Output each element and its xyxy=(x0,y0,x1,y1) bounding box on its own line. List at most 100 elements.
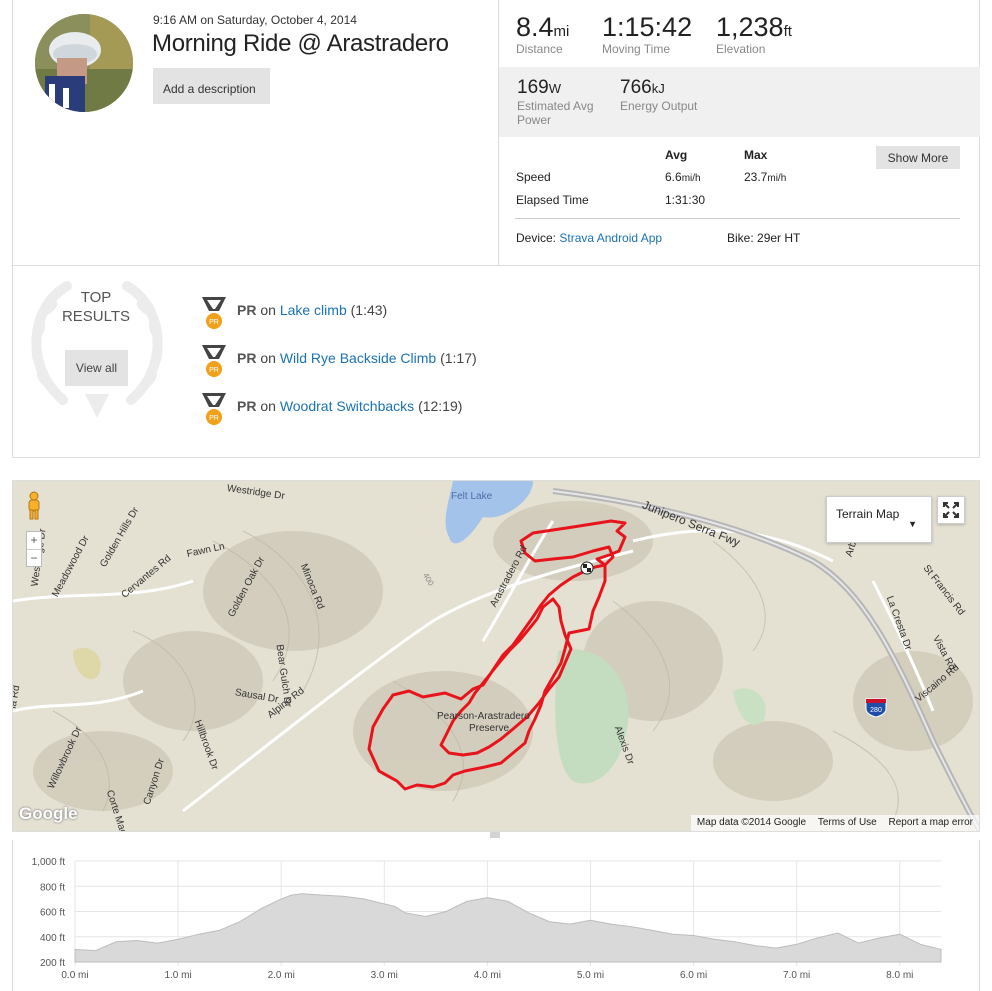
segment-link-lake-climb[interactable]: Lake climb xyxy=(280,302,347,318)
y-tick-label: 800 ft xyxy=(40,882,65,893)
y-tick-label: 200 ft xyxy=(40,958,65,969)
stat-elevation: 1,238ft Elevation xyxy=(716,12,792,56)
speed-avg: 6.6mi/h xyxy=(665,170,701,184)
pr-medal-icon: PR xyxy=(202,345,226,377)
stat-energy: 766kJ Energy Output xyxy=(620,77,697,113)
secondary-stats: 169W Estimated Avg Power 766kJ Energy Ou… xyxy=(499,67,980,137)
distance-value: 8.4 xyxy=(516,12,554,42)
stat-distance: 8.4mi Distance xyxy=(516,12,569,56)
speed-label: Speed xyxy=(516,170,551,184)
activity-title: Morning Ride @ Arastradero xyxy=(152,30,449,57)
elevation-value: 1,238 xyxy=(716,12,784,42)
map-type-label: Terrain Map xyxy=(836,507,900,521)
elevation-area xyxy=(74,893,942,963)
power-label: Estimated Avg xyxy=(517,99,594,113)
interstate-shield-icon: 280 xyxy=(865,698,887,718)
energy-label: Energy Output xyxy=(620,99,698,113)
activity-date: on Saturday, October 4, 2014 xyxy=(200,13,357,27)
avg-header: Avg xyxy=(665,148,688,162)
activity-time: 9:16 AM xyxy=(153,13,198,27)
pr-label: PR xyxy=(237,302,257,318)
stats-panel: 8.4mi Distance 1:15:42 Moving Time 1,238… xyxy=(498,0,980,266)
speed-avg-value: 6.6 xyxy=(665,170,682,184)
view-all-button[interactable]: View all xyxy=(65,350,128,386)
device-info: Device: Strava Android App xyxy=(516,231,662,245)
power-value: 169 xyxy=(517,77,549,98)
zoom-out-button[interactable]: − xyxy=(27,549,41,566)
x-tick-label: 8.0 mi xyxy=(886,970,913,981)
report-map-error-link[interactable]: Report a map error xyxy=(889,817,973,828)
pr-medal-icon: PR xyxy=(202,297,226,329)
stat-power: 169W Estimated Avg Power xyxy=(517,77,594,127)
pr-on: on xyxy=(260,350,276,366)
street-view-pegman-icon[interactable] xyxy=(25,491,43,521)
speed-max: 23.7mi/h xyxy=(744,170,786,184)
terms-of-use-link[interactable]: Terms of Use xyxy=(818,817,877,828)
pr-medal-icon: PR xyxy=(202,393,226,425)
finish-flag-icon xyxy=(580,561,594,575)
divider xyxy=(515,218,960,219)
speed-max-value: 23.7 xyxy=(744,170,768,184)
energy-unit: kJ xyxy=(651,81,665,96)
medal-label: PR xyxy=(209,319,219,326)
map-label-felt-lake: Felt Lake xyxy=(451,491,493,502)
elapsed-value: 1:31:30 xyxy=(665,193,706,207)
pr-item: PR PR on Lake climb (1:43) xyxy=(199,294,599,330)
top-results-title-line1: TOP xyxy=(80,289,112,306)
zoom-in-button[interactable]: + xyxy=(27,532,41,549)
x-tick-label: 3.0 mi xyxy=(371,970,398,981)
elevation-chart[interactable]: 1,000 ft 800 ft 600 ft 400 ft 200 ft 0.0 mi 1… xyxy=(12,840,980,991)
pr-label: PR xyxy=(237,350,257,366)
top-results-title-line2: RESULTS xyxy=(61,308,131,325)
x-tick-label: 7.0 mi xyxy=(783,970,810,981)
shield-number: 280 xyxy=(870,707,882,714)
resize-handle-icon[interactable] xyxy=(488,832,502,838)
power-label-2: Power xyxy=(517,113,552,127)
pr-time: (1:43) xyxy=(350,302,388,318)
device-label: Device: xyxy=(516,231,557,245)
x-tick-label: 2.0 mi xyxy=(268,970,295,981)
energy-value: 766 xyxy=(620,77,652,98)
speed-avg-unit: mi/h xyxy=(681,173,701,184)
top-results-panel: TOP RESULTS View all PR PR on Lake climb… xyxy=(12,266,980,458)
x-tick-label: 1.0 mi xyxy=(164,970,191,981)
pr-time: (1:17) xyxy=(440,350,477,366)
elevation-unit: ft xyxy=(783,23,792,40)
bike-value: 29er HT xyxy=(757,231,801,245)
pr-on: on xyxy=(260,302,276,318)
bike-label: Bike: xyxy=(727,231,754,245)
y-axis-ticks: 1,000 ft 800 ft 600 ft 400 ft 200 ft xyxy=(32,857,66,969)
segment-link-wild-rye[interactable]: Wild Rye Backside Climb xyxy=(280,350,436,366)
fullscreen-button[interactable] xyxy=(937,496,965,524)
route-map[interactable]: 280 Westridge Dr Felt Lake Junipero Serr… xyxy=(12,480,980,832)
max-header: Max xyxy=(744,148,768,162)
activity-header: 9:16 AM on Saturday, October 4, 2014 Mor… xyxy=(12,0,980,266)
medal-label: PR xyxy=(209,415,219,422)
pr-item: PR PR on Woodrat Switchbacks (12:19) xyxy=(199,390,599,426)
add-description-button[interactable]: Add a description xyxy=(153,68,270,104)
moving-time-value: 1:15:42 xyxy=(602,12,693,42)
elapsed-label: Elapsed Time xyxy=(516,193,589,207)
zoom-control: + − xyxy=(26,531,42,567)
speed-max-unit: mi/h xyxy=(767,173,787,184)
athlete-avatar[interactable] xyxy=(35,14,133,112)
map-data-credit: Map data ©2014 Google xyxy=(696,817,807,828)
x-tick-label: 0.0 mi xyxy=(61,970,88,981)
pr-text: PR on Wild Rye Backside Climb (1:17) xyxy=(237,350,477,366)
x-tick-label: 5.0 mi xyxy=(577,970,604,981)
avatar-photo xyxy=(35,14,133,112)
segment-link-woodrat[interactable]: Woodrat Switchbacks xyxy=(280,398,414,414)
elevation-chart-svg: 1,000 ft800 ft600 ft400 ft200 ft 0.0 mi 1… xyxy=(32,857,942,981)
pr-time: (12:19) xyxy=(418,398,463,414)
map-type-dropdown[interactable]: Terrain Map ▼ xyxy=(826,496,932,543)
device-link[interactable]: Strava Android App xyxy=(559,231,662,245)
y-tick-label: 1,000 ft xyxy=(32,857,66,868)
map-label-preserve-2: Preserve xyxy=(469,723,510,734)
show-more-button[interactable]: Show More xyxy=(876,146,960,169)
moving-time-label: Moving Time xyxy=(602,42,671,56)
power-unit: W xyxy=(548,81,561,96)
map-footer: Map data ©2014 Google Terms of Use Repor… xyxy=(690,815,979,831)
pr-item: PR PR on Wild Rye Backside Climb (1:17) xyxy=(199,342,599,378)
distance-label: Distance xyxy=(516,42,563,56)
y-tick-label: 600 ft xyxy=(40,908,65,919)
